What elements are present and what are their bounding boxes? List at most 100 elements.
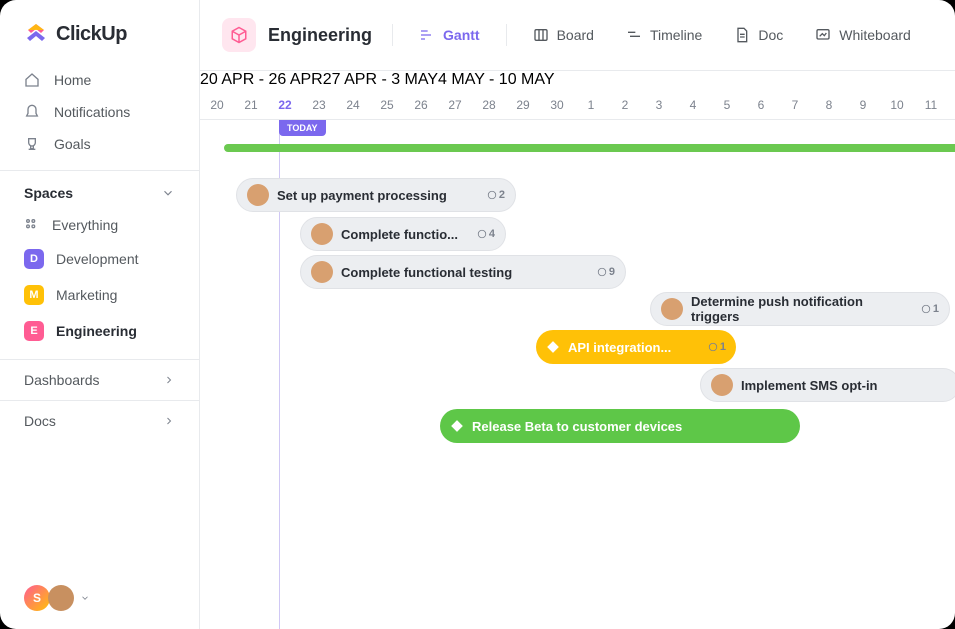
user-menu[interactable]: S	[0, 567, 199, 629]
task-bar[interactable]: API integration... 1	[536, 330, 736, 364]
logo-text: ClickUp	[56, 23, 127, 46]
home-icon	[24, 72, 40, 88]
assignee-avatar	[711, 374, 733, 396]
day-label: 8	[812, 98, 846, 112]
whiteboard-icon	[815, 27, 831, 43]
nav-goals[interactable]: Goals	[0, 128, 199, 160]
assignee-avatar	[661, 298, 683, 320]
tab-label: Board	[557, 27, 594, 43]
task-label: Determine push notification triggers	[691, 294, 913, 324]
task-bar[interactable]: Complete functional testing9	[300, 255, 626, 289]
task-bar[interactable]: Set up payment processing 2	[236, 178, 516, 212]
day-label: 11	[914, 98, 948, 112]
subtask-count: 1	[708, 341, 726, 353]
tab-gantt[interactable]: Gantt	[413, 23, 486, 47]
spaces-header[interactable]: Spaces	[0, 170, 199, 209]
grid-icon	[24, 217, 40, 233]
chevron-down-icon	[80, 593, 90, 603]
cube-icon	[222, 18, 256, 52]
assignee-avatar	[311, 261, 333, 283]
tab-label: Timeline	[650, 27, 702, 43]
gantt-body[interactable]: TODAY Set up payment processing 2 Complete…	[200, 120, 955, 629]
task-label: Complete functio...	[341, 227, 458, 242]
sidebar-item-development[interactable]: D Development	[0, 241, 199, 277]
sidebar-item-marketing[interactable]: M Marketing	[0, 277, 199, 313]
day-label: 6	[744, 98, 778, 112]
nav-label: Goals	[54, 136, 91, 152]
subtask-count: 2	[487, 189, 505, 201]
day-label: 9	[846, 98, 880, 112]
week-label: 27 APR - 3 MAY	[323, 71, 438, 88]
user-avatar: S	[24, 585, 50, 611]
chevron-down-icon	[161, 186, 175, 200]
day-label: 22	[268, 98, 302, 112]
assignee-avatar	[311, 223, 333, 245]
chevron-right-icon	[163, 374, 175, 386]
day-label: 25	[370, 98, 404, 112]
day-label: 24	[336, 98, 370, 112]
nav-label: Home	[54, 72, 91, 88]
main-area: Engineering Gantt Board Timeline Doc	[200, 0, 955, 629]
tab-whiteboard[interactable]: Whiteboard	[809, 23, 917, 47]
day-label: 3	[642, 98, 676, 112]
tab-label: Gantt	[443, 27, 480, 43]
sidebar-item-everything[interactable]: Everything	[0, 209, 199, 241]
sidebar-item-engineering[interactable]: E Engineering	[0, 313, 199, 349]
spaces-label: Spaces	[24, 185, 73, 201]
day-label: 21	[234, 98, 268, 112]
task-label: Release Beta to customer devices	[472, 419, 682, 434]
divider	[506, 24, 507, 46]
task-bar[interactable]: Implement SMS opt-in	[700, 368, 955, 402]
timeline-icon	[626, 27, 642, 43]
space-badge: E	[24, 321, 44, 341]
day-label: 23	[302, 98, 336, 112]
day-label: 4	[676, 98, 710, 112]
milestone-icon	[450, 419, 464, 433]
subtask-count: 1	[921, 303, 939, 315]
section-label: Dashboards	[24, 372, 100, 388]
logo[interactable]: ClickUp	[0, 0, 199, 64]
day-label: 26	[404, 98, 438, 112]
tab-board[interactable]: Board	[527, 23, 600, 47]
trophy-icon	[24, 136, 40, 152]
today-pill: TODAY	[279, 120, 326, 136]
task-label: Set up payment processing	[277, 188, 447, 203]
sidebar-dashboards[interactable]: Dashboards	[0, 359, 199, 400]
tab-doc[interactable]: Doc	[728, 23, 789, 47]
day-label: 5	[710, 98, 744, 112]
sidebar: ClickUp Home Notifications Goals Spaces …	[0, 0, 200, 629]
doc-icon	[734, 27, 750, 43]
user-avatar-2	[48, 585, 74, 611]
day-row: 2021222324252627282930123456789101112	[200, 91, 955, 119]
task-bar[interactable]: Release Beta to customer devices	[440, 409, 800, 443]
task-bar[interactable]: Complete functio... 4	[300, 217, 506, 251]
summary-bar[interactable]	[224, 144, 955, 152]
day-label: 10	[880, 98, 914, 112]
day-label: 28	[472, 98, 506, 112]
nav-notifications[interactable]: Notifications	[0, 96, 199, 128]
assignee-avatar	[247, 184, 269, 206]
day-label: 1	[574, 98, 608, 112]
gantt-icon	[419, 27, 435, 43]
subtask-count: 9	[597, 266, 615, 278]
milestone-icon	[546, 340, 560, 354]
nav-home[interactable]: Home	[0, 64, 199, 96]
tab-timeline[interactable]: Timeline	[620, 23, 708, 47]
space-label: Everything	[52, 217, 118, 233]
task-label: Implement SMS opt-in	[741, 378, 878, 393]
sidebar-docs[interactable]: Docs	[0, 400, 199, 441]
week-label: 4 MAY - 10 MAY	[438, 71, 554, 88]
space-badge: M	[24, 285, 44, 305]
day-label: 12	[948, 98, 955, 112]
space-label: Engineering	[56, 323, 137, 339]
day-label: 20	[200, 98, 234, 112]
week-label: 20 APR - 26 APR	[200, 71, 323, 88]
task-bar[interactable]: Determine push notification triggers 1	[650, 292, 950, 326]
week-row: 20 APR - 26 APR27 APR - 3 MAY4 MAY - 10 …	[200, 71, 955, 91]
task-label: API integration...	[568, 340, 671, 355]
day-label: 7	[778, 98, 812, 112]
space-title-wrap[interactable]: Engineering	[222, 18, 372, 52]
space-label: Marketing	[56, 287, 117, 303]
tab-label: Doc	[758, 27, 783, 43]
subtask-count: 4	[477, 228, 495, 240]
